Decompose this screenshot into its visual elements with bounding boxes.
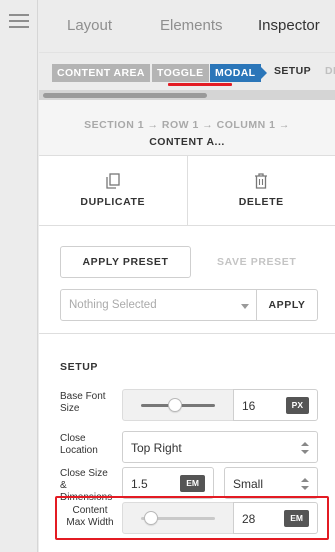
crumb-modal[interactable]: MODAL — [210, 64, 267, 82]
menu-icon-bar — [9, 20, 29, 22]
base-font-size-label: Base Font Size — [60, 391, 106, 414]
tab-inspector[interactable]: Inspector — [258, 17, 320, 34]
close-location-select[interactable]: Top Right — [122, 431, 318, 463]
base-font-size-slider[interactable] — [122, 389, 234, 421]
base-font-size-value: 16 — [242, 399, 256, 413]
content-max-width-slider[interactable] — [122, 502, 234, 534]
tab-elements[interactable]: Elements — [160, 17, 223, 34]
preset-select[interactable]: Nothing Selected — [60, 289, 257, 321]
close-dimensions-select[interactable]: Small — [224, 467, 318, 499]
content-max-width-input[interactable]: 28 EM — [233, 502, 318, 534]
select-arrows-icon — [301, 478, 309, 490]
tab-layout[interactable]: Layout — [67, 17, 112, 34]
unit-toggle-em[interactable]: EM — [284, 510, 309, 527]
menu-icon[interactable] — [9, 14, 29, 28]
highlight-underline — [168, 83, 232, 86]
duplicate-label: DUPLICATE — [80, 196, 146, 208]
setup-section: SETUP Base Font Size 16 PX Close Locatio… — [39, 334, 335, 552]
crumb-design[interactable]: DI — [325, 65, 335, 77]
menu-icon-bar — [9, 26, 29, 28]
trash-icon — [255, 173, 268, 189]
slider-handle[interactable] — [168, 398, 182, 412]
select-arrows-icon — [301, 442, 309, 454]
slider-track — [141, 511, 215, 525]
close-location-value: Top Right — [131, 441, 182, 455]
delete-label: DELETE — [238, 196, 284, 208]
unit-toggle-em[interactable]: EM — [180, 475, 205, 492]
close-dimensions-value: Small — [233, 477, 264, 491]
apply-button[interactable]: APPLY — [256, 289, 318, 321]
preset-section: APPLY PRESET SAVE PRESET Nothing Selecte… — [39, 226, 335, 334]
context-element: CONTENT A... — [149, 136, 225, 148]
breadcrumb-scrollbar — [39, 90, 335, 100]
close-size-input[interactable]: 1.5 EM — [122, 467, 214, 499]
crumb-arrow-icon — [260, 67, 267, 79]
close-size-label: Close Size & Dimensions — [60, 468, 113, 503]
base-font-size-input[interactable]: 16 PX — [233, 389, 318, 421]
breadcrumb-scroll-thumb[interactable] — [43, 93, 207, 98]
crumb-content-area[interactable]: CONTENT AREA — [52, 64, 150, 82]
close-size-value: 1.5 — [131, 477, 148, 491]
save-preset-button[interactable]: SAVE PRESET — [217, 246, 296, 278]
menu-icon-bar — [9, 14, 29, 16]
crumb-setup[interactable]: SETUP — [274, 65, 311, 77]
slider-handle[interactable] — [144, 511, 158, 525]
left-rail — [0, 0, 38, 552]
crumb-toggle[interactable]: TOGGLE — [152, 64, 209, 82]
context-path: SECTION 1 → ROW 1 → COLUMN 1 → — [84, 119, 290, 131]
content-max-width-value: 28 — [242, 512, 256, 526]
element-context: SECTION 1 → ROW 1 → COLUMN 1 → CONTENT A… — [39, 100, 335, 156]
delete-button[interactable]: DELETE — [186, 156, 335, 225]
apply-preset-button[interactable]: APPLY PRESET — [60, 246, 191, 278]
content-max-width-label: Content Max Width — [66, 505, 114, 528]
close-location-label: Close Location — [60, 433, 98, 456]
chevron-down-icon — [241, 304, 249, 309]
crumb-modal-label: MODAL — [215, 67, 256, 79]
setup-title: SETUP — [60, 361, 99, 373]
preset-select-value: Nothing Selected — [69, 299, 157, 311]
panel-tabs: Layout Elements Inspector — [39, 0, 335, 52]
slider-track — [141, 398, 215, 412]
duplicate-icon — [106, 173, 120, 189]
unit-toggle-px[interactable]: PX — [285, 397, 309, 414]
duplicate-button[interactable]: DUPLICATE — [39, 156, 187, 225]
element-actions: DUPLICATE DELETE — [39, 156, 335, 226]
